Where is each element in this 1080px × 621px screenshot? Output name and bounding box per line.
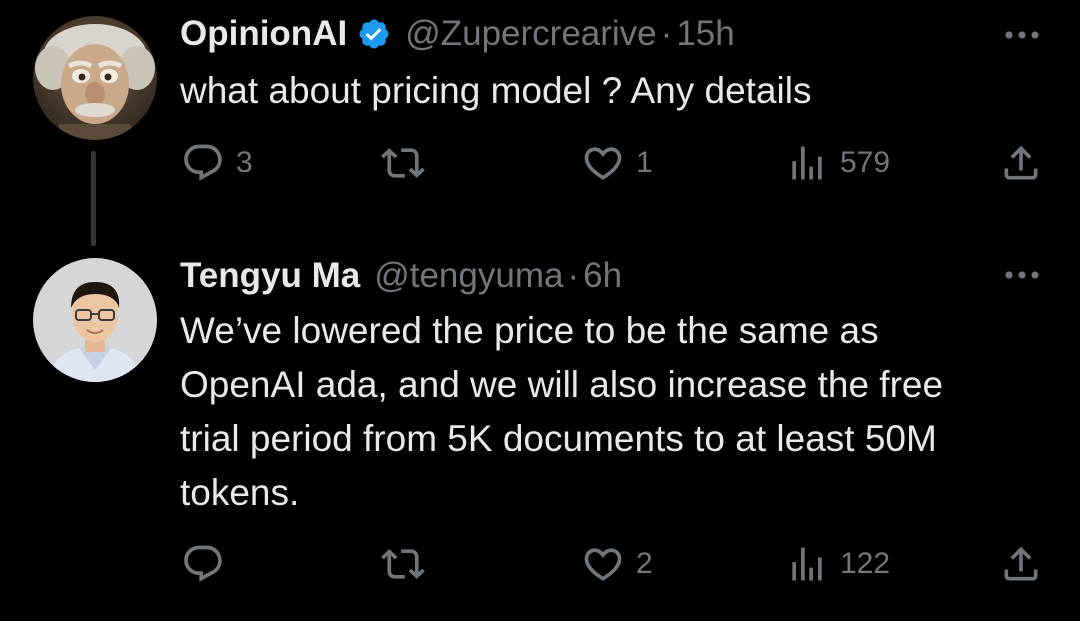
display-name[interactable]: OpinionAI: [180, 14, 347, 54]
analytics-icon: [792, 146, 822, 180]
retweet-icon: [381, 148, 425, 178]
separator-dot: ·: [660, 14, 673, 53]
share-button[interactable]: [998, 141, 1044, 185]
reply-button[interactable]: [180, 542, 236, 586]
reply-button[interactable]: 3: [180, 141, 253, 185]
reply-count: 3: [236, 146, 253, 179]
share-icon: [1004, 145, 1038, 180]
share-icon: [1004, 546, 1038, 581]
tweet[interactable]: OpinionAI @Zupercrearive · 15h what abou…: [0, 0, 1080, 250]
share-button[interactable]: [998, 542, 1044, 586]
like-count: 2: [636, 547, 653, 580]
tweet-header: Tengyu Ma @tengyuma · 6h: [180, 254, 622, 298]
handle[interactable]: @Zupercrearive: [405, 14, 656, 54]
separator-dot: ·: [567, 256, 580, 295]
avatar-puppet-einstein-image: [33, 16, 157, 140]
display-name[interactable]: Tengyu Ma: [180, 256, 360, 296]
like-count: 1: [636, 146, 653, 179]
views-button[interactable]: 122: [784, 542, 890, 586]
reply-icon: [184, 545, 222, 582]
timestamp[interactable]: 15h: [676, 14, 734, 54]
tweet-text: what about pricing model ? Any details: [180, 70, 812, 111]
tweet-header: OpinionAI @Zupercrearive · 15h: [180, 12, 735, 56]
tweet[interactable]: Tengyu Ma @tengyuma · 6h We’ve lowered t…: [0, 250, 1080, 621]
handle[interactable]: @tengyuma: [374, 256, 563, 296]
views-count: 579: [840, 146, 891, 179]
avatar[interactable]: [33, 16, 157, 140]
tweet-text: We’ve lowered the price to be the same a…: [180, 310, 944, 513]
reply-icon: [184, 144, 222, 181]
heart-icon: [584, 147, 622, 180]
tweet-actions: 3 1 579: [180, 141, 1050, 185]
like-button[interactable]: 1: [580, 141, 653, 185]
avatar-man-glasses-image: [33, 258, 157, 382]
views-count: 122: [840, 547, 891, 580]
more-options-icon[interactable]: [1002, 268, 1042, 282]
more-options-icon[interactable]: [1002, 28, 1042, 42]
like-button[interactable]: 2: [580, 542, 653, 586]
timestamp[interactable]: 6h: [583, 256, 622, 296]
views-button[interactable]: 579: [784, 141, 890, 185]
avatar[interactable]: [33, 258, 157, 382]
analytics-icon: [792, 547, 822, 581]
thread-connector-line: [91, 151, 96, 246]
retweet-button[interactable]: [380, 542, 436, 586]
heart-icon: [584, 548, 622, 581]
tweet-actions: 2 122: [180, 542, 1050, 586]
retweet-icon: [381, 549, 425, 579]
verified-badge-icon: [357, 17, 391, 51]
retweet-button[interactable]: [380, 141, 436, 185]
